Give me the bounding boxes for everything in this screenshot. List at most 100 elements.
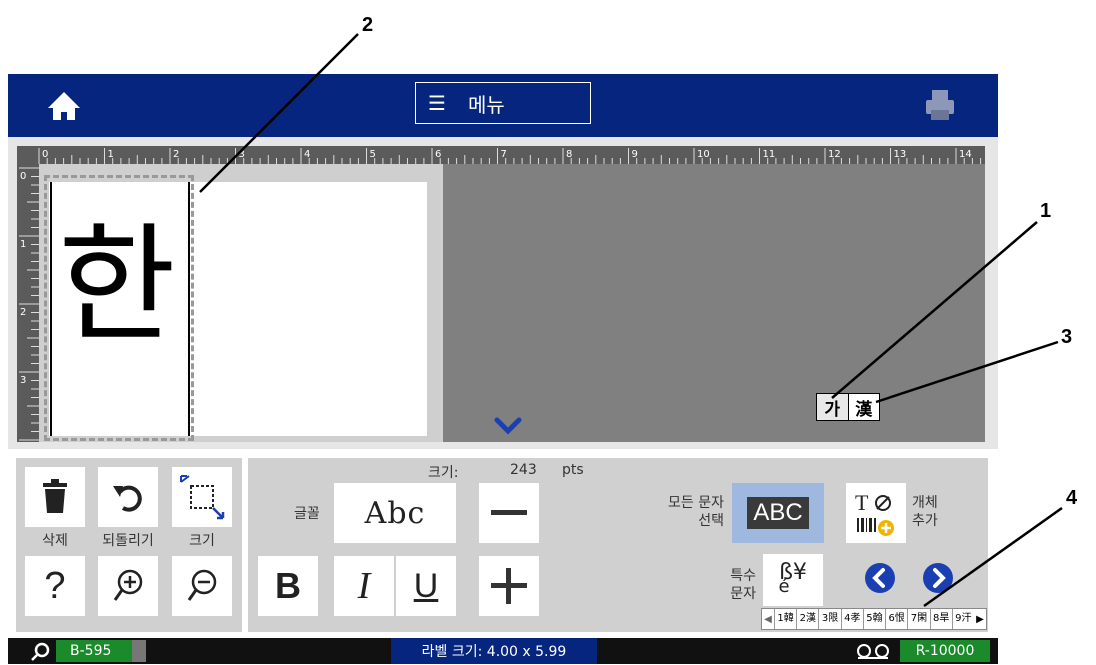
ime-hangul[interactable]: 가	[817, 394, 849, 420]
special-chars-button[interactable]: ß¥ é	[763, 554, 823, 606]
candidate-next-icon[interactable]: ▶	[974, 614, 986, 625]
undo-icon	[113, 485, 142, 512]
printer-icon[interactable]	[920, 86, 960, 126]
select-all-text: ABC	[747, 497, 809, 529]
add-object-button[interactable]: T	[846, 483, 906, 543]
help-icon: ?	[44, 564, 66, 607]
ime-toggle[interactable]: 가 漢	[816, 393, 880, 421]
ruler-label: 11	[763, 149, 776, 160]
ruler-label: 0	[20, 171, 26, 182]
callout-number-1: 1	[1040, 200, 1052, 222]
ruler-label: 5	[370, 149, 376, 160]
chevron-down-icon[interactable]	[493, 416, 523, 436]
printer-model-badge: B-595	[56, 640, 132, 662]
ime-candidate[interactable]: 9汗	[951, 609, 974, 629]
select-all-button[interactable]: ABC	[732, 483, 824, 543]
special-chars-label: 특수 문자	[712, 567, 756, 603]
delete-label: 삭제	[42, 533, 68, 549]
add-object-icon: T	[855, 490, 894, 536]
increase-size-button[interactable]	[479, 556, 539, 616]
font-label: 글꼴	[294, 506, 320, 522]
label-text[interactable]: 한	[58, 206, 176, 366]
plus-icon	[491, 568, 527, 604]
ime-candidate[interactable]: 7閑	[907, 609, 929, 629]
ruler-label: 8	[566, 149, 572, 160]
underline-icon: U	[413, 566, 439, 605]
add-object-label-line2: 추가	[912, 513, 938, 529]
menu-label: 메뉴	[467, 92, 505, 117]
font-button[interactable]: Abc	[334, 483, 456, 543]
zoom-out-icon	[187, 569, 217, 601]
ruler-horizontal: 0 1 2 3 4 5 6 7 8 9 10 11 12 13 14	[17, 146, 985, 164]
resize-label: 크기	[189, 533, 215, 549]
chevron-right-icon	[923, 563, 953, 593]
special-chars-label-line2: 문자	[730, 586, 756, 602]
font-size-value: 243	[510, 462, 537, 478]
ribbon-icon	[856, 643, 892, 659]
chevron-left-icon	[865, 563, 895, 593]
special-chars-label-line1: 특수	[730, 568, 756, 584]
label-size-display: 라벨 크기: 4.00 x 5.99	[391, 638, 597, 664]
help-button[interactable]: ?	[25, 556, 85, 616]
ime-hanja[interactable]: 漢	[849, 394, 880, 420]
select-all-label-line1: 모든 문자	[668, 495, 724, 511]
callout-number-2: 2	[362, 14, 374, 36]
status-bar: B-595 라벨 크기: 4.00 x 5.99 R-10000	[8, 638, 998, 664]
ruler-label: 1	[108, 149, 114, 160]
ribbon-type: R-10000	[915, 643, 975, 659]
top-bar: ☰ 메뉴	[8, 74, 998, 137]
undo-button[interactable]	[98, 467, 158, 527]
font-size-label: 크기:	[428, 465, 459, 481]
trash-icon	[43, 479, 67, 513]
ruler-label: 12	[828, 149, 841, 160]
decrease-size-button[interactable]	[479, 483, 539, 543]
previous-button[interactable]	[864, 562, 896, 594]
ime-candidate[interactable]: 2漢	[796, 609, 818, 629]
resize-icon	[180, 475, 225, 520]
ruler-label: 4	[304, 149, 310, 160]
hamburger-icon: ☰	[428, 91, 446, 115]
menu-button[interactable]: ☰ 메뉴	[415, 82, 591, 124]
zoom-in-button[interactable]	[98, 556, 158, 616]
minus-icon	[491, 510, 527, 515]
zoom-in-icon	[113, 569, 143, 601]
printer-model-gauge	[132, 640, 146, 662]
font-size-unit: pts	[562, 462, 584, 478]
next-button[interactable]	[922, 562, 954, 594]
ruler-vertical: 01234	[17, 164, 39, 454]
bold-icon: B	[275, 565, 301, 606]
ime-candidate[interactable]: 3限	[818, 609, 840, 629]
select-all-label-line2: 선택	[698, 513, 724, 529]
svg-text:T: T	[855, 490, 869, 515]
ribbon-badge: R-10000	[900, 640, 990, 662]
ruler-label: 1	[20, 239, 26, 250]
bold-button[interactable]: B	[258, 556, 318, 616]
ruler-label: 2	[20, 307, 26, 318]
ime-candidate[interactable]: 6恨	[885, 609, 907, 629]
ime-candidate[interactable]: 8旱	[929, 609, 952, 629]
select-all-label: 모든 문자 선택	[640, 494, 724, 530]
italic-button[interactable]: I	[334, 556, 394, 616]
callout-number-3: 3	[1061, 326, 1073, 348]
candidate-prev-icon[interactable]: ◀	[762, 614, 774, 625]
ruler-label: 3	[20, 375, 26, 386]
add-object-label-line1: 개체	[912, 495, 938, 511]
italic-icon: I	[357, 565, 371, 607]
special-chars-sample-accent: é	[778, 576, 790, 597]
printer-model: B-595	[70, 643, 112, 659]
printer-connection-icon	[30, 641, 50, 661]
ime-candidate[interactable]: 4孝	[840, 609, 863, 629]
undo-label: 되돌리기	[102, 533, 154, 549]
underline-button[interactable]: U	[396, 556, 456, 616]
ruler-label: 2	[173, 149, 179, 160]
resize-button[interactable]	[172, 467, 232, 527]
delete-button[interactable]	[25, 467, 85, 527]
font-sample: Abc	[364, 495, 426, 531]
ruler-label: 6	[435, 149, 441, 160]
ime-candidate[interactable]: 5翰	[862, 609, 885, 629]
ruler-label: 10	[697, 149, 710, 160]
zoom-out-button[interactable]	[172, 556, 232, 616]
home-icon[interactable]	[44, 86, 84, 126]
ruler-label: 0	[42, 149, 48, 160]
ime-candidate[interactable]: 1韓	[774, 609, 796, 629]
